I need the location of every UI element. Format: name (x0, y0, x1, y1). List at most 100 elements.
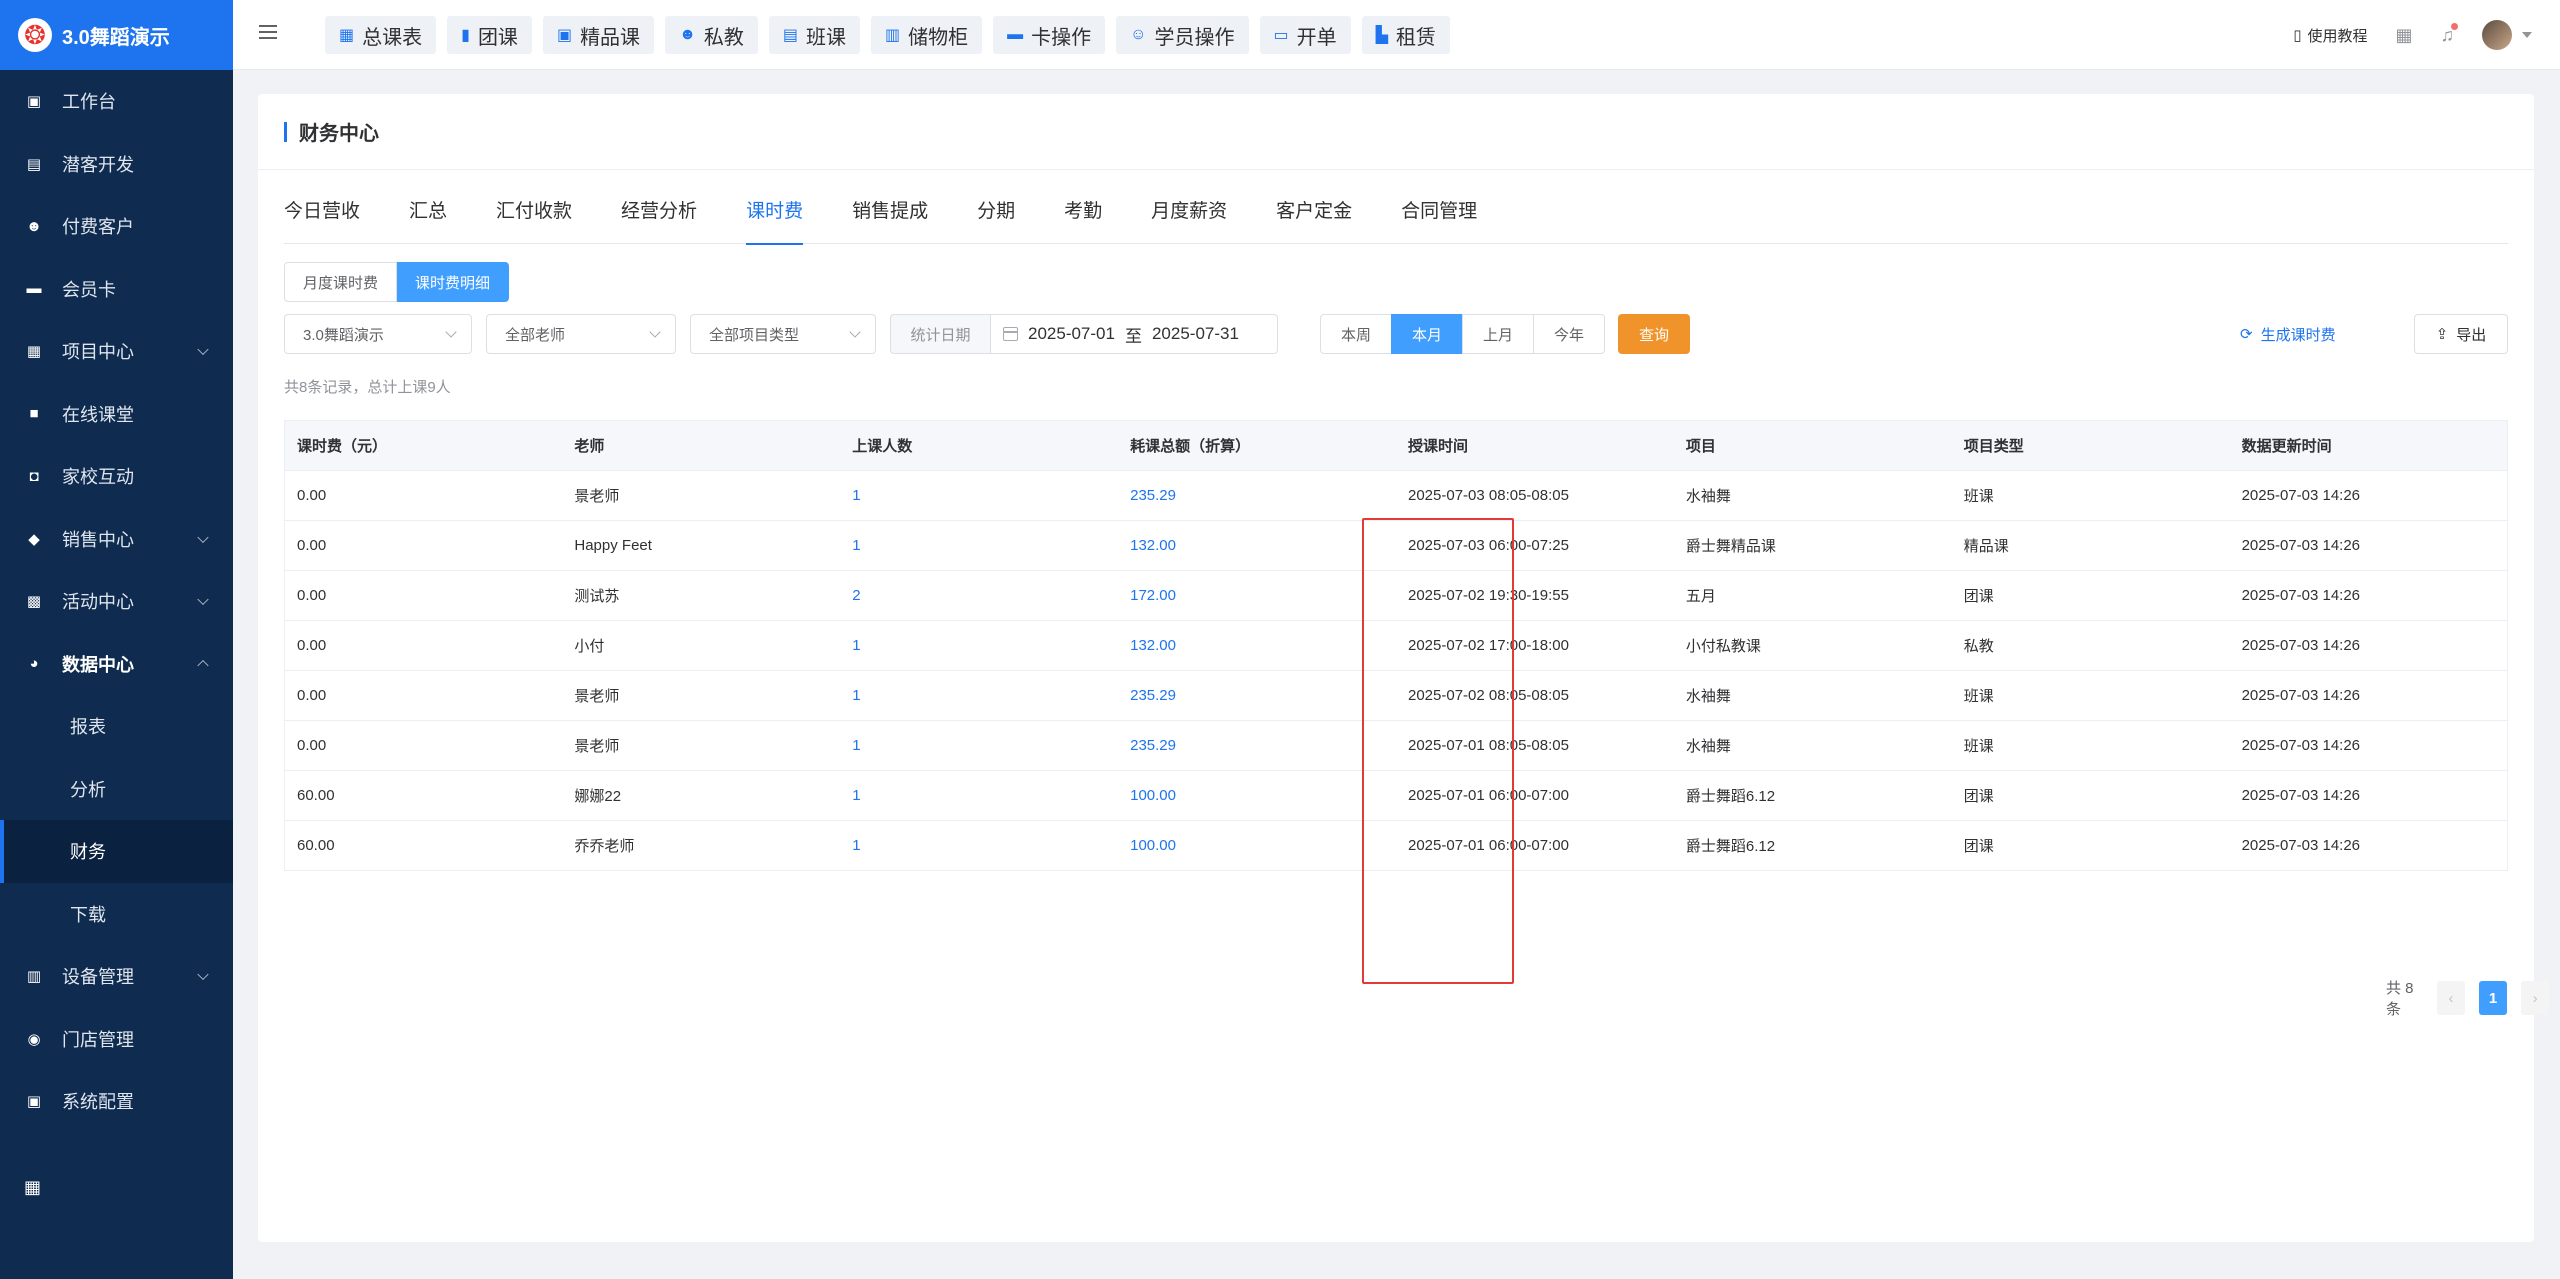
sidebar-item-activity-center[interactable]: ▩ 活动中心 (0, 570, 233, 633)
quicknav-label: 私教 (703, 26, 744, 49)
sidebar-item-sales-center[interactable]: ◆ 销售中心 (0, 508, 233, 571)
sidebar-item-device-management[interactable]: ▥ 设备管理 (0, 945, 233, 1008)
sidebar-subitem-finance[interactable]: 财务 (0, 820, 233, 883)
tab-installment[interactable]: 分期 (977, 194, 1015, 244)
logo-bar[interactable]: ❂ 3.0舞蹈演示 (0, 0, 233, 70)
period-this-year[interactable]: 今年 (1533, 314, 1606, 354)
view-segment: 月度课时费 课时费明细 (284, 262, 510, 302)
cell-consumed-total-link[interactable]: 132.00 (1118, 620, 1396, 671)
sidebar-item-label: 付费客户 (62, 217, 134, 238)
quicknav-locker[interactable]: ▥ 储物柜 (871, 16, 983, 54)
quicknav-group-class[interactable]: ▮ 团课 (447, 16, 532, 54)
sidebar-item-label: 在线课堂 (62, 404, 134, 425)
teacher-select[interactable]: 全部老师 (486, 314, 676, 354)
tab-today-revenue[interactable]: 今日营收 (284, 194, 360, 244)
sidebar-item-prospects[interactable]: ▤ 潜客开发 (0, 133, 233, 196)
next-page-button[interactable]: › (2521, 981, 2549, 1015)
select-value: 全部项目类型 (709, 326, 800, 344)
cell-consumed-total-link[interactable]: 100.00 (1118, 770, 1396, 821)
sidebar-subitem-download[interactable]: 下载 (0, 882, 233, 945)
sidebar-item-label: 会员卡 (62, 279, 116, 300)
table-row: 0.00 小付 1 132.00 2025-07-02 17:00-18:00 小付私教课… (284, 620, 2508, 671)
qrcode-icon[interactable]: ▦ (2395, 25, 2412, 46)
tab-attendance[interactable]: 考勤 (1064, 194, 1102, 244)
sidebar-item-home-school[interactable]: ◘ 家校互动 (0, 445, 233, 508)
period-last-month[interactable]: 上月 (1462, 314, 1535, 354)
quicknav-student-operation[interactable]: ☺ 学员操作 (1116, 16, 1249, 54)
cell-attendees-link[interactable]: 1 (840, 620, 1119, 671)
cell-class-time: 2025-07-02 08:05-08:05 (1395, 670, 1674, 721)
quicknav-premium-class[interactable]: ▣ 精品课 (542, 16, 655, 54)
period-this-week[interactable]: 本周 (1320, 314, 1393, 354)
cell-class-fee: 60.00 (284, 820, 563, 871)
tab-class-fee[interactable]: 课时费 (746, 194, 804, 245)
date-range-picker[interactable]: 2025-07-01 至 2025-07-31 (990, 314, 1278, 354)
locker-icon: ▥ (885, 27, 901, 44)
bell-icon[interactable]: ♫ (2441, 22, 2458, 46)
avatar (2482, 20, 2512, 50)
query-button[interactable]: 查询 (1618, 314, 1690, 354)
cell-updated-at: 2025-07-03 14:26 (2229, 820, 2508, 871)
tab-customer-deposit[interactable]: 客户定金 (1276, 194, 1352, 244)
caret-down-icon (2522, 32, 2532, 38)
cell-attendees-link[interactable]: 1 (840, 820, 1119, 871)
tab-huifu-collection[interactable]: 汇付收款 (496, 194, 572, 244)
tab-business-analysis[interactable]: 经营分析 (621, 194, 697, 244)
cell-consumed-total-link[interactable]: 235.29 (1118, 720, 1396, 771)
class-fee-detail-button[interactable]: 课时费明细 (397, 262, 510, 302)
user-menu[interactable] (2482, 20, 2532, 50)
sidebar-item-membership-card[interactable]: ▬ 会员卡 (0, 258, 233, 321)
cell-consumed-total-link[interactable]: 100.00 (1118, 820, 1396, 871)
sidebar-subitem-reports[interactable]: 报表 (0, 695, 233, 758)
apps-grid-icon[interactable]: ▦ (24, 1177, 41, 1198)
prev-page-button[interactable]: ‹ (2437, 981, 2465, 1015)
cell-consumed-total-link[interactable]: 172.00 (1118, 570, 1396, 621)
chevron-down-icon (197, 593, 209, 606)
cell-project-type: 班课 (1951, 470, 2230, 521)
cell-consumed-total-link[interactable]: 235.29 (1118, 670, 1396, 721)
tab-contract-management[interactable]: 合同管理 (1401, 194, 1477, 244)
cell-attendees-link[interactable]: 1 (840, 720, 1119, 771)
sidebar-item-label: 家校互动 (62, 467, 134, 488)
cell-project-type: 团课 (1951, 820, 2230, 871)
monthly-class-fee-button[interactable]: 月度课时费 (284, 262, 398, 302)
col-consumed-total: 耗课总额（折算） (1118, 420, 1396, 471)
quicknav-create-order[interactable]: ▭ 开单 (1259, 16, 1351, 54)
quicknav-card-operation[interactable]: ▬ 卡操作 (993, 16, 1106, 54)
sidebar-item-data-center[interactable]: ◕ 数据中心 (0, 633, 233, 696)
sidebar-item-project-center[interactable]: ▦ 项目中心 (0, 320, 233, 383)
quicknav-private-coaching[interactable]: ☻ 私教 (665, 16, 758, 54)
export-button[interactable]: ⇪ 导出 (2414, 314, 2508, 354)
sidebar-item-workbench[interactable]: ▣ 工作台 (0, 70, 233, 133)
tab-monthly-salary[interactable]: 月度薪资 (1151, 194, 1227, 244)
cell-consumed-total-link[interactable]: 132.00 (1118, 520, 1396, 571)
cell-project-type: 团课 (1951, 770, 2230, 821)
quicknav-rental[interactable]: ▙ 租赁 (1361, 16, 1450, 54)
menu-toggle-icon[interactable] (259, 25, 277, 41)
generate-class-fee-button[interactable]: ⟳ 生成课时费 (2240, 314, 2336, 354)
cell-attendees-link[interactable]: 1 (840, 770, 1119, 821)
chevron-down-icon (197, 343, 209, 356)
studio-select[interactable]: 3.0舞蹈演示 (284, 314, 472, 354)
page-number-current[interactable]: 1 (2478, 981, 2508, 1015)
tab-sales-commission[interactable]: 销售提成 (852, 194, 928, 244)
cell-class-time: 2025-07-01 08:05-08:05 (1395, 720, 1674, 771)
cell-attendees-link[interactable]: 1 (840, 470, 1119, 521)
sidebar-item-online-classroom[interactable]: ■ 在线课堂 (0, 383, 233, 446)
period-this-month[interactable]: 本月 (1391, 314, 1464, 354)
cell-consumed-total-link[interactable]: 235.29 (1118, 470, 1396, 521)
tutorial-link[interactable]: ▯ 使用教程 (2293, 25, 2367, 46)
cell-attendees-link[interactable]: 2 (840, 570, 1119, 621)
cell-project: 水袖舞 (1673, 670, 1952, 721)
cell-attendees-link[interactable]: 1 (840, 520, 1119, 571)
sidebar-item-store-management[interactable]: ◉ 门店管理 (0, 1008, 233, 1071)
sidebar-item-system-settings[interactable]: ▣ 系统配置 (0, 1070, 233, 1133)
project-type-select[interactable]: 全部项目类型 (690, 314, 876, 354)
date-separator: 至 (1124, 326, 1142, 346)
tab-summary[interactable]: 汇总 (409, 194, 447, 244)
sidebar-subitem-analysis[interactable]: 分析 (0, 757, 233, 820)
sidebar-item-paid-customers[interactable]: ☻ 付费客户 (0, 195, 233, 258)
quicknav-schedule[interactable]: ▦ 总课表 (325, 16, 437, 54)
cell-attendees-link[interactable]: 1 (840, 670, 1119, 721)
quicknav-class-course[interactable]: ▤ 班课 (768, 16, 861, 54)
